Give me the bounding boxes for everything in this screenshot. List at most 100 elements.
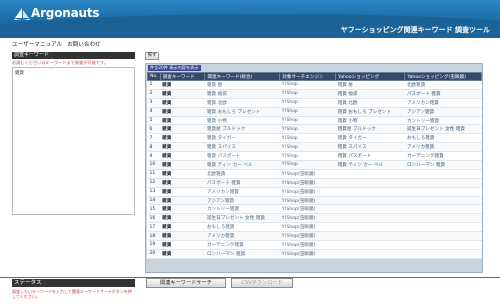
row-yahoo-mushi-keyword[interactable]: アメリカン雑貨 bbox=[404, 98, 482, 108]
row-related-keyword[interactable]: 北欧雑貨 bbox=[204, 169, 280, 179]
row-yahoo-mushi-keyword[interactable]: ガーデニング雑貨 bbox=[404, 151, 482, 162]
row-yahoo-keyword[interactable]: 雑貨 タイガー bbox=[335, 133, 405, 144]
row-keyword: 雑貨 bbox=[160, 116, 205, 126]
results-table: No. 調査キーワード 関連キーワード(総合) 対象サーチエンジン Yahooシ… bbox=[147, 72, 482, 259]
table-row: 14 雑貨 アジアン雑貨 Y!Shop(虫眼鏡) bbox=[147, 196, 482, 206]
row-keyword: 雑貨 bbox=[160, 80, 205, 90]
logo: Argonauts bbox=[14, 5, 100, 21]
row-search-engine: Y!Shop(虫眼鏡) bbox=[279, 169, 336, 179]
row-yahoo-keyword bbox=[335, 204, 405, 215]
table-row: 2 雑貨 雑貨 福袋 Y!Shop 雑貨 福袋 パスポート 雑貨 bbox=[147, 89, 482, 99]
row-related-keyword[interactable]: 雑貨屋 ブルドック bbox=[204, 124, 280, 135]
row-yahoo-keyword[interactable]: 雑貨 ティン カー ベル bbox=[335, 160, 405, 170]
row-keyword: 雑貨 bbox=[160, 142, 205, 153]
row-yahoo-mushi-keyword[interactable]: 北欧雑貨 bbox=[404, 80, 482, 90]
row-number: 17 bbox=[147, 222, 161, 233]
row-search-engine: Y!Shop(虫眼鏡) bbox=[279, 204, 336, 215]
table-row: 9 雑貨 雑貨 パスポート Y!Shop 雑貨 パスポート ガーデニング雑貨 bbox=[147, 151, 482, 162]
row-related-keyword[interactable]: パスポート 雑貨 bbox=[204, 178, 280, 188]
row-related-keyword[interactable]: アジアン雑貨 bbox=[204, 196, 280, 206]
row-yahoo-keyword[interactable]: 雑貨 福袋 bbox=[335, 89, 405, 99]
row-yahoo-mushi-keyword[interactable]: アメリカ雑貨 bbox=[404, 142, 482, 153]
table-row: 5 雑貨 雑貨 小物 Y!Shop 雑貨 小物 カントリー雑貨 bbox=[147, 116, 482, 126]
row-related-keyword[interactable]: 雑貨 ティン カー ベル bbox=[204, 160, 280, 170]
row-related-keyword[interactable]: 雑貨 スパイス bbox=[204, 142, 280, 153]
row-related-keyword[interactable]: 雑貨 屋 bbox=[204, 80, 280, 90]
row-related-keyword[interactable]: おもしろ雑貨 bbox=[204, 222, 280, 233]
row-related-keyword[interactable]: 雑貨 パスポート bbox=[204, 151, 280, 162]
row-yahoo-mushi-keyword[interactable]: 誕生日プレゼント 女性 雑貨 bbox=[404, 124, 482, 135]
row-number: 16 bbox=[147, 213, 161, 224]
table-row: 1 雑貨 雑貨 屋 Y!Shop 雑貨 屋北欧雑貨 bbox=[147, 80, 482, 90]
results-body: 1 雑貨 雑貨 屋 Y!Shop 雑貨 屋北欧雑貨 2 雑貨 雑貨 福袋 Y!Shop 雑貨 福袋… bbox=[147, 80, 482, 259]
row-number: 19 bbox=[147, 240, 161, 250]
table-row: 12 雑貨 パスポート 雑貨 Y!Shop(虫眼鏡) bbox=[147, 178, 482, 188]
row-yahoo-mushi-keyword bbox=[404, 213, 482, 224]
table-row: 17 雑貨 おもしろ雑貨 Y!Shop(虫眼鏡) bbox=[147, 222, 482, 233]
row-yahoo-keyword bbox=[335, 196, 405, 206]
row-keyword: 雑貨 bbox=[160, 196, 205, 206]
table-row: 3 雑貨 雑貨 北欧 Y!Shop 雑貨 北欧 アメリカン雑貨 bbox=[147, 98, 482, 108]
page-title: ヤフーショッピング関連キーワード 調査ツール bbox=[340, 26, 490, 34]
row-yahoo-keyword[interactable]: 雑貨 北欧 bbox=[335, 98, 405, 108]
status-heading: ステータス bbox=[12, 279, 135, 287]
row-related-keyword[interactable]: 雑貨 福袋 bbox=[204, 89, 280, 99]
row-yahoo-mushi-keyword bbox=[404, 196, 482, 206]
row-related-keyword[interactable]: アメリカン雑貨 bbox=[204, 187, 280, 197]
row-number: 18 bbox=[147, 231, 161, 242]
col-no: No. bbox=[147, 72, 161, 81]
row-related-keyword[interactable]: ロンハーマン 雑貨 bbox=[204, 249, 280, 259]
row-keyword: 雑貨 bbox=[160, 107, 205, 117]
row-search-engine: Y!Shop bbox=[279, 80, 336, 90]
row-keyword: 雑貨 bbox=[160, 187, 205, 197]
row-related-keyword[interactable]: 雑貨 タイガー bbox=[204, 133, 280, 144]
row-related-keyword[interactable]: 誕生日プレゼント 女性 雑貨 bbox=[204, 213, 280, 224]
row-search-engine: Y!Shop bbox=[279, 89, 336, 99]
row-keyword: 雑貨 bbox=[160, 231, 205, 242]
row-yahoo-mushi-keyword[interactable]: アジアン雑貨 bbox=[404, 107, 482, 117]
row-related-keyword[interactable]: 雑貨 小物 bbox=[204, 116, 280, 126]
row-keyword: 雑貨 bbox=[160, 222, 205, 233]
row-number: 11 bbox=[147, 169, 161, 179]
row-yahoo-mushi-keyword[interactable]: カントリー雑貨 bbox=[404, 116, 482, 126]
narrow-button[interactable]: 探す bbox=[145, 52, 159, 60]
row-yahoo-mushi-keyword[interactable]: パスポート 雑貨 bbox=[404, 89, 482, 99]
menu-contact[interactable]: お問い合わせ bbox=[67, 40, 101, 48]
row-number: 5 bbox=[147, 116, 161, 126]
row-yahoo-mushi-keyword[interactable]: おもしろ雑貨 bbox=[404, 133, 482, 144]
col-yahoo: Yahooショッピング bbox=[335, 72, 406, 81]
csv-download-button[interactable]: CSVダウンロード bbox=[231, 278, 293, 288]
row-yahoo-keyword bbox=[335, 249, 405, 259]
row-number: 14 bbox=[147, 196, 161, 206]
row-search-engine: Y!Shop bbox=[279, 133, 336, 144]
row-related-keyword[interactable]: 雑貨 北欧 bbox=[204, 98, 280, 108]
row-related-keyword[interactable]: ガーデニング雑貨 bbox=[204, 240, 280, 250]
row-search-engine: Y!Shop bbox=[279, 116, 336, 126]
row-yahoo-mushi-keyword bbox=[404, 169, 482, 179]
keyword-input[interactable]: 雑貨 bbox=[12, 67, 135, 215]
row-related-keyword[interactable]: カントリー雑貨 bbox=[204, 204, 280, 215]
row-number: 10 bbox=[147, 160, 161, 170]
keyword-panel-note: お調しください以キーワードまで調査が可能です。 bbox=[12, 60, 108, 65]
menu-user-manual[interactable]: ユーザーマニュアル bbox=[12, 40, 62, 48]
row-yahoo-keyword[interactable]: 雑貨 小物 bbox=[335, 116, 405, 126]
row-keyword: 雑貨 bbox=[160, 133, 205, 144]
row-yahoo-keyword[interactable]: 雑貨 屋 bbox=[335, 80, 405, 90]
row-related-keyword[interactable]: 雑貨 おもしろ プレゼント bbox=[204, 107, 280, 117]
col-keyword: 調査キーワード bbox=[159, 72, 206, 81]
status-message: 調査したいキーワードを入力して関連キーワードサーチボタンを押してください。 bbox=[12, 289, 132, 299]
row-yahoo-keyword[interactable]: 雑貨 パスポート bbox=[335, 151, 405, 162]
row-keyword: 雑貨 bbox=[160, 98, 205, 108]
row-search-engine: Y!Shop bbox=[279, 142, 336, 153]
row-yahoo-keyword bbox=[335, 222, 405, 233]
row-yahoo-keyword[interactable]: 雑貨屋 ブルドック bbox=[335, 124, 405, 135]
row-yahoo-keyword[interactable]: 雑貨 スパイス bbox=[335, 142, 405, 153]
row-yahoo-mushi-keyword[interactable]: ロンハーマン 雑貨 bbox=[404, 160, 482, 170]
col-engine: 対象サーチエンジン bbox=[279, 72, 337, 81]
row-number: 8 bbox=[147, 142, 161, 153]
row-number: 3 bbox=[147, 98, 161, 108]
row-keyword: 雑貨 bbox=[160, 204, 205, 215]
row-yahoo-keyword[interactable]: 雑貨 おもしろ プレゼント bbox=[335, 107, 405, 117]
row-related-keyword[interactable]: アメリカ雑貨 bbox=[204, 231, 280, 242]
related-keyword-search-button[interactable]: 関連キーワードサーチ bbox=[146, 278, 226, 288]
